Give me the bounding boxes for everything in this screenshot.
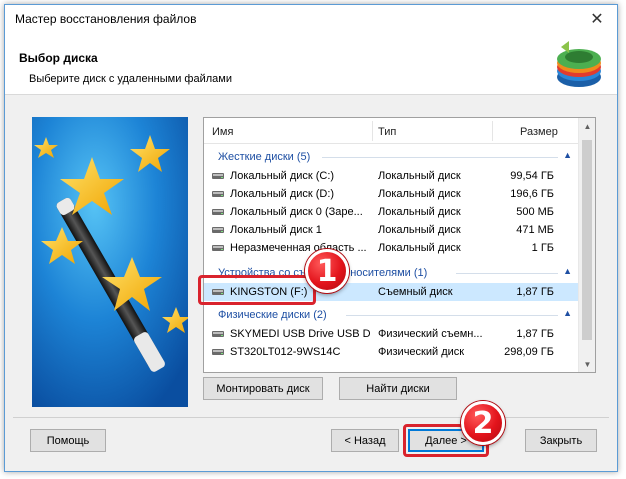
scroll-down-icon[interactable]: ▼ xyxy=(579,356,596,372)
scroll-up-icon[interactable]: ▲ xyxy=(579,118,596,134)
disk-size: 99,54 ГБ xyxy=(510,170,554,182)
disk-name: Локальный диск (C:) xyxy=(230,170,335,182)
list-item[interactable]: Локальный диск (D:) Локальный диск 196,6… xyxy=(204,185,578,203)
hard-drive-icon xyxy=(212,331,224,337)
help-button[interactable]: Помощь xyxy=(30,429,106,452)
disk-size: 1 ГБ xyxy=(531,242,554,254)
disk-type: Физический диск xyxy=(378,346,465,358)
close-icon: ✕ xyxy=(590,11,604,28)
disk-type: Съемный диск xyxy=(378,286,453,298)
disk-list[interactable]: Имя Тип Размер Жесткие диски (5) ▲ Локал… xyxy=(203,117,596,373)
chevron-up-icon[interactable]: ▲ xyxy=(563,308,572,318)
disk-type: Физический съемн... xyxy=(378,328,483,340)
column-size[interactable]: Размер xyxy=(520,126,558,138)
disk-size: 500 МБ xyxy=(516,206,554,218)
callout-badge-2: 2 xyxy=(461,401,505,445)
group-divider xyxy=(322,157,558,158)
hard-drive-icon xyxy=(212,173,224,179)
group-header-physical[interactable]: Физические диски (2) ▲ xyxy=(204,306,578,324)
window-title: Мастер восстановления файлов xyxy=(15,12,197,26)
hard-drive-icon xyxy=(212,245,224,251)
disk-name: Локальный диск (D:) xyxy=(230,188,335,200)
recovery-disk-logo-icon xyxy=(557,41,601,87)
disk-name: Неразмеченная область ... xyxy=(230,242,367,254)
title-bar: Мастер восстановления файлов ✕ xyxy=(5,5,617,33)
column-divider[interactable] xyxy=(372,121,373,141)
hard-drive-icon xyxy=(212,227,224,233)
close-window-button[interactable]: ✕ xyxy=(583,9,611,29)
disk-name: SKYMEDI USB Drive USB D... xyxy=(230,328,370,340)
disk-size: 471 МБ xyxy=(516,224,554,236)
disk-name: ST320LT012-9WS14C xyxy=(230,346,341,358)
disk-type: Локальный диск xyxy=(378,224,461,236)
chevron-up-icon[interactable]: ▲ xyxy=(563,150,572,160)
wizard-header: Выбор диска Выберите диск с удаленными ф… xyxy=(5,33,617,95)
recovery-wizard-window: Мастер восстановления файлов ✕ Выбор дис… xyxy=(4,4,618,472)
disk-type: Локальный диск xyxy=(378,188,461,200)
disk-size: 196,6 ГБ xyxy=(510,188,554,200)
disk-type: Локальный диск xyxy=(378,242,461,254)
scroll-thumb[interactable] xyxy=(582,140,592,340)
back-button[interactable]: < Назад xyxy=(331,429,399,452)
mount-disk-button[interactable]: Монтировать диск xyxy=(203,377,323,400)
vertical-scrollbar[interactable]: ▲ ▼ xyxy=(578,118,595,372)
hard-drive-icon xyxy=(212,191,224,197)
list-item[interactable]: ST320LT012-9WS14C Физический диск 298,09… xyxy=(204,343,578,361)
column-name[interactable]: Имя xyxy=(212,126,233,138)
hard-drive-icon xyxy=(212,349,224,355)
group-header-hard-disks[interactable]: Жесткие диски (5) ▲ xyxy=(204,148,578,166)
step-title: Выбор диска xyxy=(19,51,98,65)
group-divider xyxy=(456,273,558,274)
close-button[interactable]: Закрыть xyxy=(525,429,597,452)
step-subtitle: Выберите диск с удаленными файлами xyxy=(29,73,232,85)
disk-size: 1,87 ГБ xyxy=(516,328,554,340)
disk-name: Локальный диск 1 xyxy=(230,224,322,236)
footer-divider xyxy=(13,417,609,418)
list-item[interactable]: Локальный диск 1 Локальный диск 471 МБ xyxy=(204,221,578,239)
group-divider xyxy=(346,315,558,316)
list-item[interactable]: Локальный диск (C:) Локальный диск 99,54… xyxy=(204,167,578,185)
chevron-up-icon[interactable]: ▲ xyxy=(563,266,572,276)
magic-wand-illustration xyxy=(32,117,188,407)
group-label: Жесткие диски (5) xyxy=(218,151,311,163)
highlight-frame-kingston xyxy=(198,275,316,305)
callout-badge-1: 1 xyxy=(305,249,349,293)
column-type[interactable]: Тип xyxy=(378,126,396,138)
list-item[interactable]: Локальный диск 0 (Заре... Локальный диск… xyxy=(204,203,578,221)
column-divider[interactable] xyxy=(492,121,493,141)
disk-size: 1,87 ГБ xyxy=(516,286,554,298)
list-item[interactable]: SKYMEDI USB Drive USB D... Физический съ… xyxy=(204,325,578,343)
column-header: Имя Тип Размер xyxy=(204,118,595,144)
find-disks-button[interactable]: Найти диски xyxy=(339,377,457,400)
hard-drive-icon xyxy=(212,209,224,215)
disk-name: Локальный диск 0 (Заре... xyxy=(230,206,363,218)
disk-size: 298,09 ГБ xyxy=(504,346,554,358)
group-label: Физические диски (2) xyxy=(218,309,327,321)
disk-type: Локальный диск xyxy=(378,206,461,218)
list-item[interactable]: Неразмеченная область ... Локальный диск… xyxy=(204,239,578,257)
disk-type: Локальный диск xyxy=(378,170,461,182)
